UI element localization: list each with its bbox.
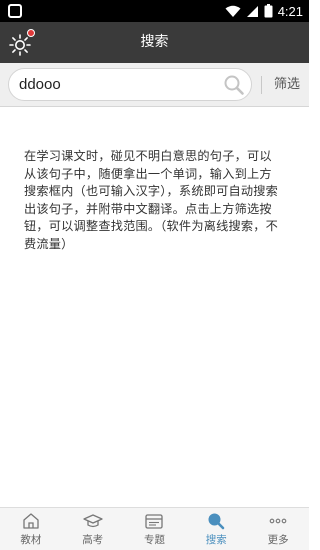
notification-icon xyxy=(8,4,22,18)
home-icon xyxy=(23,513,39,529)
nav-label: 专题 xyxy=(143,534,165,546)
search-input[interactable] xyxy=(19,69,219,100)
graduation-cap-icon xyxy=(83,514,103,528)
nav-label: 高考 xyxy=(82,534,104,546)
more-icon xyxy=(269,518,287,524)
filter-button[interactable]: 筛选 xyxy=(269,63,305,107)
search-icon[interactable] xyxy=(223,74,245,96)
title-bar: 搜索 xyxy=(0,22,309,63)
battery-icon xyxy=(264,4,273,18)
instructions-text: 在学习课文时，碰见不明白意思的句子，可以从该句子中，随便拿出一个单词，输入到上方… xyxy=(24,149,279,251)
nav-label: 教材 xyxy=(20,534,42,546)
search-divider xyxy=(261,76,262,94)
page-title: 搜索 xyxy=(140,34,169,50)
nav-item-more[interactable]: 更多 xyxy=(247,508,309,550)
status-bar: 4:21 xyxy=(0,0,309,22)
status-indicators: 4:21 xyxy=(225,3,303,19)
nav-label: 搜索 xyxy=(205,534,227,546)
signal-icon xyxy=(246,5,258,17)
nav-item-topics[interactable]: 专题 xyxy=(124,508,186,550)
wifi-icon xyxy=(225,5,241,17)
search-icon xyxy=(208,513,225,530)
nav-item-gaokao[interactable]: 高考 xyxy=(62,508,124,550)
nav-item-textbook[interactable]: 教材 xyxy=(0,508,62,550)
search-box xyxy=(8,68,252,101)
nav-item-search[interactable]: 搜索 xyxy=(185,508,247,550)
bottom-nav: 教材 高考 专题 搜索 更多 xyxy=(0,507,309,550)
search-bar: 筛选 xyxy=(0,63,309,107)
topic-icon xyxy=(145,514,164,529)
status-time: 4:21 xyxy=(277,3,303,19)
nav-label: 更多 xyxy=(267,534,289,546)
